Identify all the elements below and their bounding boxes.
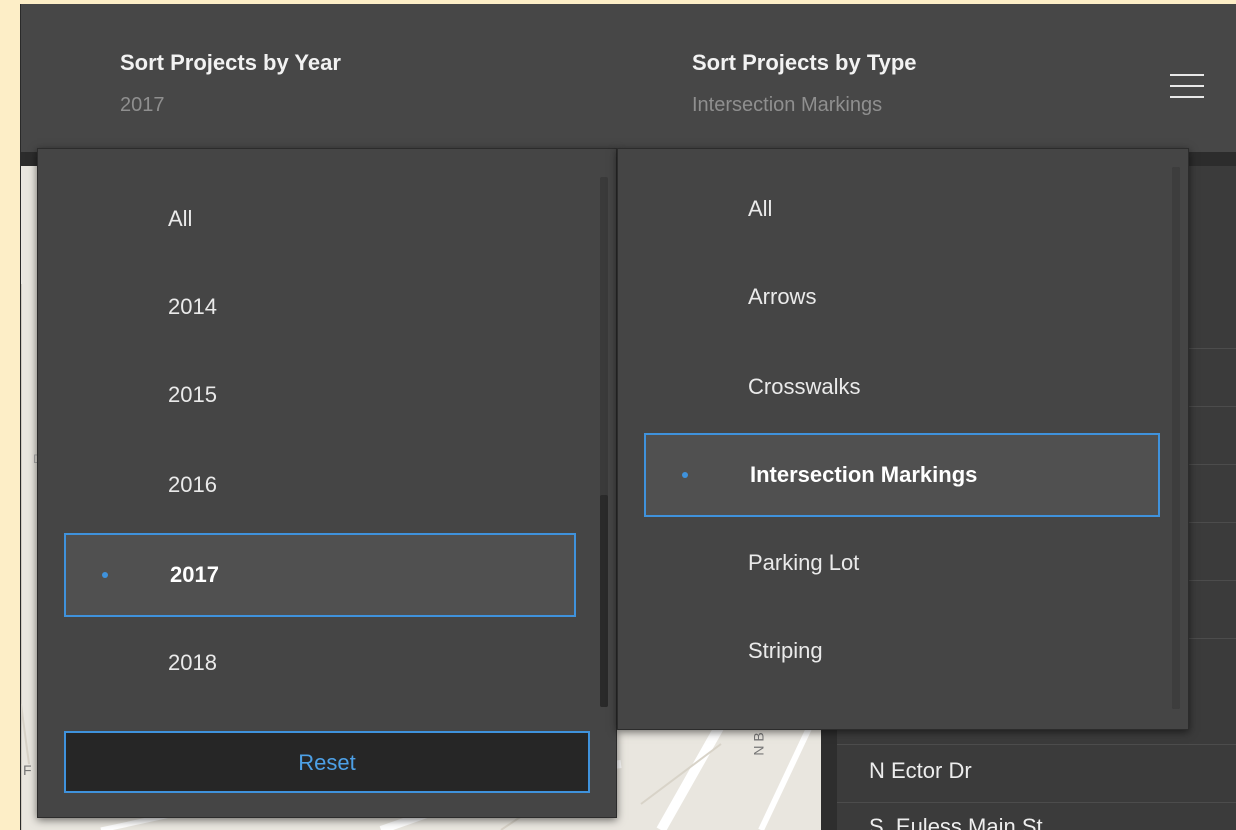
selected-dot-icon bbox=[682, 472, 688, 478]
option-label: Parking Lot bbox=[748, 550, 860, 575]
map-road-label-f: F bbox=[23, 762, 32, 778]
type-option-arrows[interactable]: Arrows bbox=[644, 255, 1158, 339]
map-road-label-nb: N B bbox=[750, 732, 767, 756]
option-label: 2018 bbox=[168, 650, 217, 675]
year-option-2016[interactable]: 2016 bbox=[64, 443, 576, 527]
sort-by-type-control[interactable]: Sort Projects by Type Intersection Marki… bbox=[692, 4, 1112, 152]
year-option-2017[interactable]: 2017 bbox=[64, 533, 576, 617]
option-label: Arrows bbox=[748, 284, 817, 309]
header-bar: Sort Projects by Year 2017 Sort Projects… bbox=[21, 4, 1236, 152]
option-label: Intersection Markings bbox=[750, 462, 978, 487]
option-label: All bbox=[168, 206, 193, 231]
type-option-crosswalks[interactable]: Crosswalks bbox=[644, 345, 1158, 429]
list-item[interactable]: N Ector Dr bbox=[869, 758, 972, 784]
menu-bar bbox=[1170, 74, 1204, 76]
option-label: All bbox=[748, 196, 773, 221]
type-option-intersection-markings[interactable]: Intersection Markings bbox=[644, 433, 1160, 517]
option-label: 2017 bbox=[170, 562, 219, 587]
type-dropdown: All Arrows Crosswalks Intersection Marki… bbox=[617, 148, 1189, 730]
sort-by-year-title: Sort Projects by Year bbox=[120, 50, 341, 75]
option-label: Crosswalks bbox=[748, 374, 861, 399]
app-window: N B F D N Ector Dr S. Euless Main St Sor… bbox=[20, 4, 1236, 830]
type-option-all[interactable]: All bbox=[644, 167, 1158, 251]
option-label: Striping bbox=[748, 638, 823, 663]
scroll-thumb[interactable] bbox=[600, 495, 608, 707]
list-separator bbox=[837, 802, 1236, 803]
option-label: 2015 bbox=[168, 382, 217, 407]
list-item[interactable]: S. Euless Main St bbox=[869, 814, 1043, 830]
menu-bar bbox=[1170, 85, 1204, 87]
list-separator bbox=[837, 744, 1236, 745]
reset-button[interactable]: Reset bbox=[64, 731, 590, 793]
year-option-all[interactable]: All bbox=[64, 177, 576, 261]
type-option-striping[interactable]: Striping bbox=[644, 609, 1158, 693]
scroll-thumb[interactable] bbox=[1172, 167, 1180, 709]
year-dropdown: All 2014 2015 2016 2017 2018 Reset bbox=[37, 148, 617, 818]
sort-by-type-title: Sort Projects by Type bbox=[692, 50, 917, 75]
sort-by-year-control[interactable]: Sort Projects by Year 2017 bbox=[120, 4, 480, 152]
year-dropdown-scrollbar[interactable] bbox=[600, 177, 608, 707]
sort-by-year-value: 2017 bbox=[120, 94, 165, 116]
sort-by-type-value: Intersection Markings bbox=[692, 94, 883, 116]
year-option-2014[interactable]: 2014 bbox=[64, 265, 576, 349]
menu-bar bbox=[1170, 96, 1204, 98]
type-option-parking-lot[interactable]: Parking Lot bbox=[644, 521, 1158, 605]
year-option-2015[interactable]: 2015 bbox=[64, 353, 576, 437]
option-label: 2014 bbox=[168, 294, 217, 319]
hamburger-menu-icon[interactable] bbox=[1161, 66, 1213, 106]
option-label: 2016 bbox=[168, 472, 217, 497]
type-dropdown-scrollbar[interactable] bbox=[1172, 167, 1180, 709]
selected-dot-icon bbox=[102, 572, 108, 578]
year-option-2018[interactable]: 2018 bbox=[64, 621, 576, 705]
